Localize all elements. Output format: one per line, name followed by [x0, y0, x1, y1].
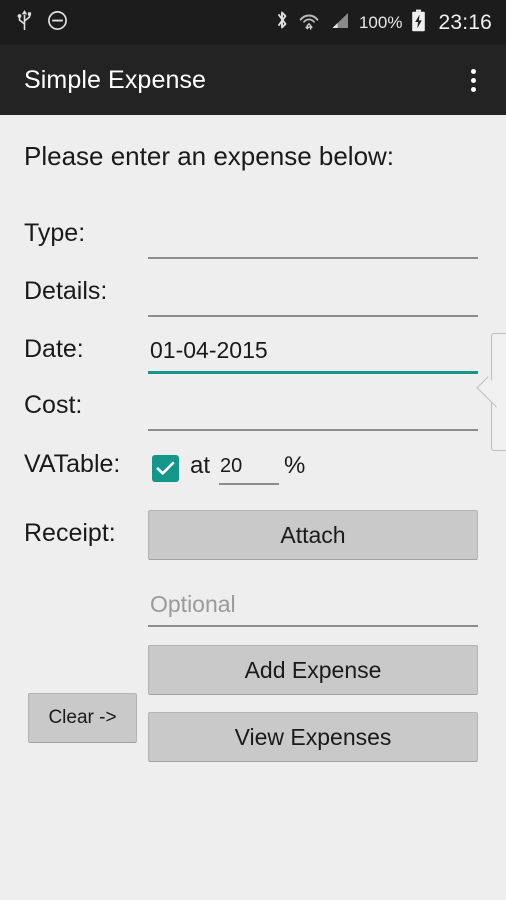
bluetooth-icon — [275, 9, 289, 36]
attach-button[interactable]: Attach — [148, 510, 478, 560]
date-label: Date: — [24, 335, 84, 363]
receipt-note-placeholder: Optional — [150, 590, 236, 617]
page-title: Please enter an expense below: — [24, 141, 395, 171]
overflow-dot — [470, 68, 476, 74]
add-expense-button[interactable]: Add Expense — [148, 645, 478, 695]
view-expenses-button[interactable]: View Expenses — [148, 712, 478, 762]
view-expenses-button-label: View Expenses — [234, 723, 392, 750]
type-label: Type: — [24, 219, 86, 247]
receipt-note-input[interactable]: Optional — [148, 583, 478, 627]
clear-button[interactable]: Clear -> — [28, 693, 137, 743]
phone-screen: 100% 23:16 Simple Expense Please enter a… — [0, 0, 506, 900]
overflow-dot — [470, 86, 476, 92]
vatable-label: VATable: — [24, 450, 121, 478]
details-label: Details: — [24, 277, 108, 305]
status-bar-right-icons: 100% 23:16 — [275, 9, 492, 37]
status-bar: 100% 23:16 — [0, 0, 506, 45]
cost-label: Cost: — [24, 391, 83, 419]
vat-rate-value: 20 — [220, 455, 243, 477]
usb-icon — [16, 9, 33, 36]
wifi-icon — [298, 10, 320, 35]
receipt-label: Receipt: — [24, 519, 116, 547]
do-not-disturb-icon — [47, 10, 68, 36]
vat-percent-label: % — [284, 452, 306, 479]
app-title: Simple Expense — [24, 65, 207, 94]
app-bar: Simple Expense — [0, 45, 506, 115]
details-input[interactable] — [148, 273, 478, 317]
vat-at-label: at — [190, 452, 211, 479]
battery-percent-label: 100% — [358, 12, 403, 32]
status-bar-clock: 23:16 — [438, 10, 492, 34]
attach-button-label: Attach — [280, 521, 346, 548]
vat-rate-input[interactable]: 20 — [219, 455, 279, 485]
overflow-dot — [470, 77, 476, 83]
check-icon — [156, 461, 175, 475]
clear-button-label: Clear -> — [48, 707, 117, 728]
date-input[interactable]: 01-04-2015 — [148, 330, 478, 374]
cost-input[interactable] — [148, 387, 478, 431]
type-input[interactable] — [148, 215, 478, 259]
date-input-value: 01-04-2015 — [150, 337, 268, 363]
add-expense-button-label: Add Expense — [244, 656, 382, 683]
battery-charging-icon — [411, 9, 426, 37]
cellular-signal-icon — [329, 11, 350, 35]
status-bar-left-icons — [16, 9, 68, 36]
overflow-menu-icon[interactable] — [462, 63, 484, 97]
vatable-checkbox[interactable] — [152, 455, 179, 482]
form-container: Please enter an expense below: Type: Det… — [0, 115, 506, 900]
